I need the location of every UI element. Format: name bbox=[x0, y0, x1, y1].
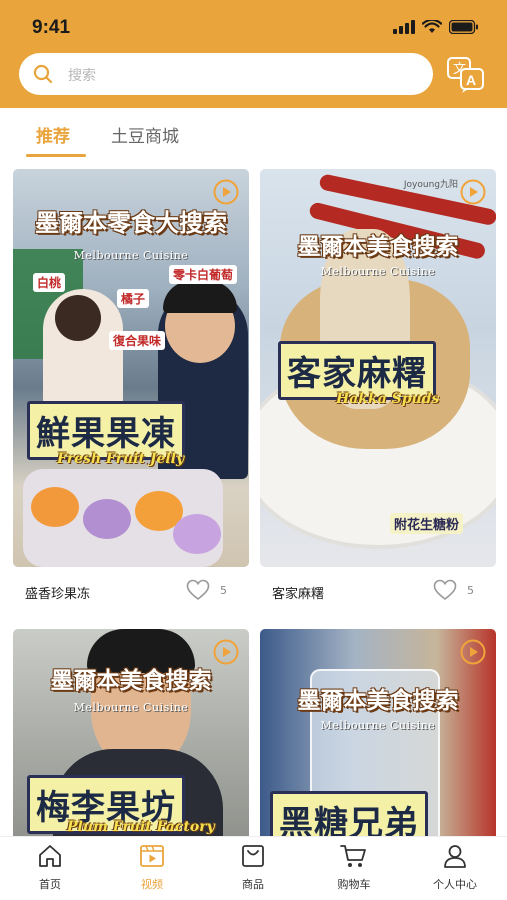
video-thumbnail[interactable]: 墨爾本美食搜索 Melbourne Cuisine 梅李果坊 Plum Frui… bbox=[13, 629, 249, 836]
nav-label: 视频 bbox=[141, 878, 163, 891]
tab-bar: 推荐 土豆商城 bbox=[0, 108, 507, 162]
nav-label: 商品 bbox=[242, 878, 264, 891]
nav-label: 首页 bbox=[39, 878, 61, 891]
like-button[interactable]: 5 bbox=[433, 579, 474, 601]
feed-card[interactable]: 墨爾本美食搜索 Melbourne Cuisine 客家麻糬 Hakka Spu… bbox=[260, 169, 496, 609]
heart-icon[interactable] bbox=[433, 579, 457, 601]
video-icon bbox=[140, 845, 164, 867]
header: 9:41 搜索 文 A bbox=[0, 0, 507, 108]
product-label: 黑糖兄弟 bbox=[270, 791, 428, 836]
status-bar: 9:41 bbox=[0, 0, 507, 50]
play-icon[interactable] bbox=[213, 179, 239, 205]
nav-profile[interactable]: 个人中心 bbox=[415, 843, 495, 892]
search-placeholder: 搜索 bbox=[68, 68, 96, 84]
heart-icon[interactable] bbox=[186, 579, 210, 601]
thumbnail-title: 墨爾本零食大搜索 bbox=[35, 208, 227, 237]
flavor-tag: 復合果味 bbox=[109, 331, 166, 350]
jelly-purple bbox=[83, 499, 131, 539]
play-icon[interactable] bbox=[460, 639, 486, 665]
card-title: 盛香珍果冻 bbox=[25, 587, 91, 602]
video-thumbnail[interactable]: 墨爾本美食搜索 Melbourne Cuisine 黑糖兄弟 bbox=[260, 629, 496, 836]
feed-card[interactable]: 墨爾本美食搜索 Melbourne Cuisine 梅李果坊 Plum Frui… bbox=[13, 629, 249, 836]
video-thumbnail[interactable]: 墨爾本美食搜索 Melbourne Cuisine 客家麻糬 Hakka Spu… bbox=[260, 169, 496, 567]
like-count: 5 bbox=[220, 583, 227, 597]
thumbnail-title: 墨爾本美食搜索 bbox=[50, 667, 212, 694]
tab-recommend[interactable]: 推荐 bbox=[36, 122, 70, 147]
thumbnail-subtitle: Melbourne Cuisine bbox=[320, 265, 436, 278]
wifi-icon bbox=[422, 20, 442, 33]
signal-icon bbox=[393, 20, 415, 34]
footnote-label: 附花生糖粉 bbox=[390, 513, 464, 534]
man-hair bbox=[163, 281, 237, 313]
nav-products[interactable]: 商品 bbox=[213, 843, 293, 892]
card-title: 客家麻糬 bbox=[272, 587, 325, 602]
search-icon bbox=[33, 64, 53, 84]
english-label: Fresh Fruit Jelly bbox=[57, 451, 185, 467]
child-hair bbox=[55, 295, 101, 341]
english-label: Hakka Spuds bbox=[336, 391, 440, 407]
like-count: 5 bbox=[467, 583, 474, 597]
video-thumbnail[interactable]: 墨爾本零食大搜索 Melbourne Cuisine 白桃 橘子 零卡白葡萄 復… bbox=[13, 169, 249, 567]
thumbnail-subtitle: Melbourne Cuisine bbox=[73, 701, 189, 714]
search-input[interactable]: 搜索 bbox=[19, 53, 433, 95]
feed-card[interactable]: 墨爾本零食大搜索 Melbourne Cuisine 白桃 橘子 零卡白葡萄 復… bbox=[13, 169, 249, 609]
english-label: Plum Fruit Factory bbox=[67, 819, 215, 835]
nav-label: 购物车 bbox=[337, 878, 371, 891]
jelly-grape bbox=[173, 514, 221, 554]
flavor-tag: 橘子 bbox=[117, 289, 150, 308]
tab-potato-mall[interactable]: 土豆商城 bbox=[111, 122, 179, 147]
flavor-tag: 白桃 bbox=[33, 273, 66, 292]
brand-mark: Joyoung九阳 bbox=[403, 180, 458, 190]
thumbnail-subtitle: Melbourne Cuisine bbox=[320, 719, 436, 732]
feed-card[interactable]: 墨爾本美食搜索 Melbourne Cuisine 黑糖兄弟 bbox=[260, 629, 496, 836]
active-tab-indicator bbox=[26, 154, 86, 157]
svg-text:A: A bbox=[466, 72, 476, 88]
nav-label: 个人中心 bbox=[433, 878, 477, 891]
shopping-bag-icon bbox=[242, 845, 264, 867]
jelly-orange bbox=[31, 487, 79, 527]
user-icon bbox=[444, 845, 466, 868]
nav-video[interactable]: 视频 bbox=[112, 843, 192, 892]
cart-icon bbox=[340, 845, 366, 867]
bottom-nav: 首页 视频 商品 购物车 个人中心 bbox=[0, 836, 507, 900]
home-icon bbox=[39, 845, 61, 867]
status-icons bbox=[393, 20, 479, 34]
like-button[interactable]: 5 bbox=[186, 579, 227, 601]
flavor-tag: 零卡白葡萄 bbox=[169, 265, 238, 284]
translate-icon[interactable]: 文 A bbox=[446, 56, 486, 94]
battery-icon bbox=[449, 20, 478, 34]
nav-cart[interactable]: 购物车 bbox=[314, 843, 394, 892]
play-icon[interactable] bbox=[213, 639, 239, 665]
thumbnail-title: 墨爾本美食搜索 bbox=[297, 687, 459, 714]
play-icon[interactable] bbox=[460, 179, 486, 205]
thumbnail-subtitle: Melbourne Cuisine bbox=[73, 249, 189, 262]
thumbnail-title: 墨爾本美食搜索 bbox=[297, 233, 459, 260]
status-time: 9:41 bbox=[32, 17, 71, 38]
nav-home[interactable]: 首页 bbox=[10, 843, 90, 892]
